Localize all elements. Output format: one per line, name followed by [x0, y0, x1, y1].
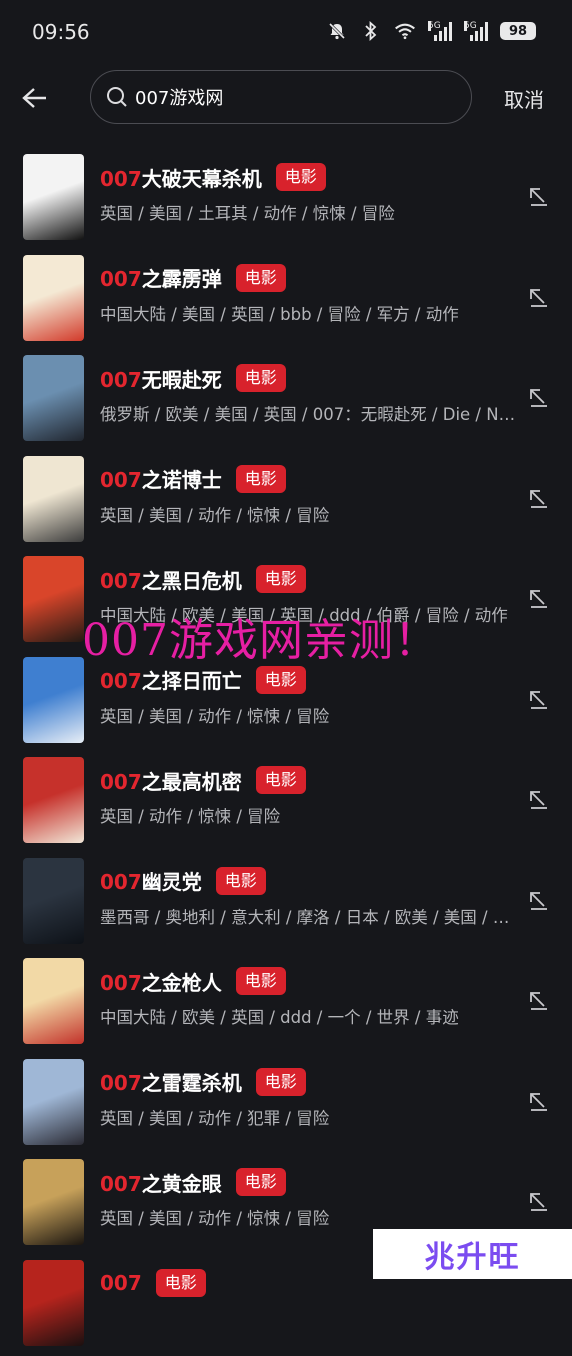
status-icons: 5G 5G 98: [326, 20, 536, 42]
watermark-text: 007游戏网亲测！: [82, 604, 439, 668]
fill-query-arrow-icon[interactable]: [526, 1089, 550, 1113]
poster-image: [23, 154, 84, 240]
type-badge: 电影: [236, 264, 286, 292]
item-title: 007无暇赴死: [100, 364, 222, 393]
fill-query-arrow-icon[interactable]: [526, 888, 550, 912]
wifi-icon: [394, 20, 416, 42]
fill-query-arrow-icon[interactable]: [526, 184, 550, 208]
result-list: 007大破天幕杀机电影 英国 / 美国 / 土耳其 / 动作 / 惊悚 / 冒险…: [0, 150, 572, 1356]
poster-image: [23, 1159, 84, 1245]
poster-image: [23, 657, 84, 743]
fill-query-arrow-icon[interactable]: [526, 1189, 550, 1213]
list-item[interactable]: 007之金枪人电影 中国大陆 / 欧美 / 英国 / ddd / 一个 / 世界…: [0, 954, 572, 1055]
poster-image: [23, 958, 84, 1044]
cancel-button[interactable]: 取消: [504, 84, 544, 113]
bluetooth-icon: [360, 20, 382, 42]
logo-text: 兆升旺: [425, 1232, 521, 1276]
item-meta: 英国 / 美国 / 土耳其 / 动作 / 惊悚 / 冒险: [100, 200, 525, 224]
type-badge: 电影: [236, 364, 286, 392]
item-meta: 英国 / 美国 / 动作 / 惊悚 / 冒险: [100, 703, 525, 727]
type-badge: 电影: [256, 1068, 306, 1096]
item-title: 007之雷霆杀机: [100, 1067, 242, 1096]
item-title: 007大破天幕杀机: [100, 163, 262, 192]
fill-query-arrow-icon[interactable]: [526, 285, 550, 309]
item-meta: 英国 / 动作 / 惊悚 / 冒险: [100, 803, 525, 827]
search-icon: [105, 85, 129, 109]
fill-query-arrow-icon[interactable]: [526, 687, 550, 711]
type-badge: 电影: [236, 1168, 286, 1196]
item-meta: 英国 / 美国 / 动作 / 惊悚 / 冒险: [100, 1205, 525, 1229]
poster-image: [23, 355, 84, 441]
item-meta: 英国 / 美国 / 动作 / 犯罪 / 冒险: [100, 1105, 525, 1129]
poster-image: [23, 456, 84, 542]
list-item[interactable]: 007之霹雳弹电影 中国大陆 / 美国 / 英国 / bbb / 冒险 / 军方…: [0, 251, 572, 352]
poster-image: [23, 255, 84, 341]
list-item[interactable]: 007幽灵党电影 墨西哥 / 奥地利 / 意大利 / 摩洛 / 日本 / 欧美 …: [0, 854, 572, 955]
site-logo: 兆升旺: [373, 1229, 572, 1279]
type-badge: 电影: [236, 967, 286, 995]
poster-image: [23, 858, 84, 944]
poster-image: [23, 757, 84, 843]
list-item[interactable]: 007无暇赴死电影 俄罗斯 / 欧美 / 美国 / 英国 / 007：无暇赴死 …: [0, 351, 572, 452]
search-input[interactable]: [135, 87, 435, 108]
network-type-label: 5G: [464, 21, 467, 31]
item-title: 007之黑日危机: [100, 565, 242, 594]
fill-query-arrow-icon[interactable]: [526, 586, 550, 610]
type-badge: 电影: [216, 867, 266, 895]
list-item[interactable]: 007之雷霆杀机电影 英国 / 美国 / 动作 / 犯罪 / 冒险: [0, 1055, 572, 1156]
type-badge: 电影: [156, 1269, 206, 1297]
type-badge: 电影: [256, 565, 306, 593]
item-title: 007之金枪人: [100, 967, 222, 996]
type-badge: 电影: [256, 766, 306, 794]
poster-image: [23, 1059, 84, 1145]
item-meta: 墨西哥 / 奥地利 / 意大利 / 摩洛 / 日本 / 欧美 / 美国 / 英国: [100, 904, 525, 928]
status-bar: 09:56 5G 5G 98: [0, 0, 572, 64]
list-item[interactable]: 007大破天幕杀机电影 英国 / 美国 / 土耳其 / 动作 / 惊悚 / 冒险: [0, 150, 572, 251]
back-arrow-icon: [20, 86, 48, 110]
item-title: 007之霹雳弹: [100, 263, 222, 292]
item-meta: 中国大陆 / 美国 / 英国 / bbb / 冒险 / 军方 / 动作: [100, 301, 525, 325]
back-button[interactable]: [16, 80, 52, 116]
item-title: 007幽灵党: [100, 866, 202, 895]
search-bar: 取消: [0, 70, 572, 126]
item-title: 007之择日而亡: [100, 665, 242, 694]
poster-image: [23, 1260, 84, 1346]
item-meta: 中国大陆 / 欧美 / 英国 / ddd / 一个 / 世界 / 事迹: [100, 1004, 525, 1028]
fill-query-arrow-icon[interactable]: [526, 385, 550, 409]
battery-icon: 98: [500, 22, 536, 40]
poster-image: [23, 556, 84, 642]
item-title: 007之黄金眼: [100, 1168, 222, 1197]
list-item[interactable]: 007之诺博士电影 英国 / 美国 / 动作 / 惊悚 / 冒险: [0, 452, 572, 553]
item-title: 007: [100, 1271, 142, 1295]
signal-icon: 5G: [464, 21, 488, 41]
search-field[interactable]: [90, 70, 472, 124]
type-badge: 电影: [236, 465, 286, 493]
fill-query-arrow-icon[interactable]: [526, 486, 550, 510]
item-title: 007之诺博士: [100, 464, 222, 493]
fill-query-arrow-icon[interactable]: [526, 988, 550, 1012]
list-item[interactable]: 007之最高机密电影 英国 / 动作 / 惊悚 / 冒险: [0, 753, 572, 854]
network-type-label: 5G: [428, 21, 431, 31]
fill-query-arrow-icon[interactable]: [526, 787, 550, 811]
signal-icon: 5G: [428, 21, 452, 41]
type-badge: 电影: [256, 666, 306, 694]
item-meta: 俄罗斯 / 欧美 / 美国 / 英国 / 007：无暇赴死 / Die / No…: [100, 401, 525, 425]
item-title: 007之最高机密: [100, 766, 242, 795]
item-meta: 英国 / 美国 / 动作 / 惊悚 / 冒险: [100, 502, 525, 526]
type-badge: 电影: [276, 163, 326, 191]
status-time: 09:56: [32, 20, 90, 44]
mute-bell-icon: [326, 20, 348, 42]
